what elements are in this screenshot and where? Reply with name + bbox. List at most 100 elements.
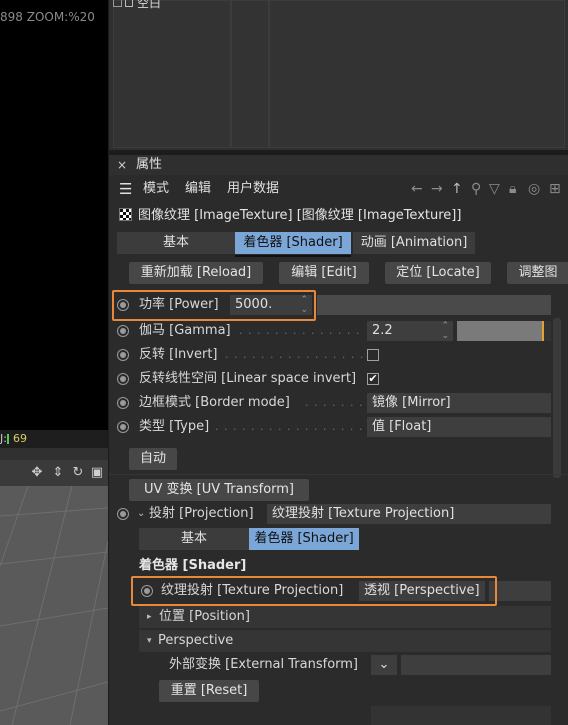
invert-label: 反转 [Invert] [139, 347, 218, 362]
maximize-icon[interactable]: ▣ [90, 466, 104, 480]
texture-projection-dropdown[interactable]: 透视 [Perspective] [359, 581, 485, 601]
projection-label: 投射 [Projection] [149, 506, 254, 521]
perspective-group[interactable]: ▾ Perspective [139, 630, 551, 652]
texture-title-text: 图像纹理 [ImageTexture] [图像纹理 [ImageTexture]… [138, 208, 462, 223]
projection-value[interactable]: 纹理投射 [Texture Projection] [267, 504, 551, 524]
panel-title: 属性 [136, 157, 163, 172]
attributes-title-bar: × 属性 [109, 155, 568, 175]
hamburger-menu-icon[interactable]: ☰ [119, 177, 132, 201]
position-label: 位置 [Position] [159, 609, 250, 624]
stepper-icon[interactable]: ⌃ ⌄ [300, 295, 308, 315]
search-icon[interactable]: ⚲ [471, 177, 481, 201]
subtab-basic[interactable]: 基本 [139, 528, 249, 550]
viewport-divider [0, 448, 108, 460]
collapse-arrow-icon[interactable]: ⌄ [137, 503, 145, 525]
menu-mode[interactable]: 模式 [143, 177, 169, 201]
gamma-slider-fill [457, 321, 545, 341]
texture-title: 图像纹理 [ImageTexture] [图像纹理 [ImageTexture]… [119, 206, 461, 226]
border-mode-dropdown[interactable]: 镜像 [Mirror] [367, 393, 551, 413]
texture-projection-extra [489, 581, 551, 601]
lock-icon[interactable]: 🔒︎ [509, 177, 516, 201]
active-tab-underline [235, 255, 351, 257]
divider [109, 474, 568, 475]
rotate-icon[interactable]: ↻ [71, 466, 85, 480]
adjust-button[interactable]: 调整图 [507, 262, 568, 284]
object-tags-column[interactable] [269, 0, 565, 148]
locate-button[interactable]: 定位 [Locate] [385, 262, 491, 284]
param-row-power: 功率 [Power] 5000. ⌃ ⌄ [109, 294, 568, 316]
3d-viewport[interactable] [0, 486, 108, 725]
collapse-arrow-icon[interactable]: ▾ [147, 630, 152, 652]
forward-arrow-icon[interactable]: → [431, 177, 443, 201]
target-icon[interactable]: ◎ [528, 177, 540, 201]
param-row-gamma: 伽马 [Gamma] . . . . . . . . . . . . . . .… [109, 320, 568, 342]
param-row-type: 类型 [Type] . . . . . . . . . . . . . . . … [109, 416, 568, 438]
scrollbar[interactable] [553, 318, 561, 478]
close-icon[interactable]: × [117, 155, 127, 175]
expand-icon[interactable] [113, 0, 122, 7]
gamma-slider[interactable] [457, 321, 551, 341]
leader-dots: . . . . . . . . [305, 396, 363, 409]
external-transform-link[interactable] [401, 655, 551, 675]
filter-icon[interactable]: ▽ [489, 177, 500, 201]
back-arrow-icon[interactable]: ← [411, 177, 423, 201]
menu-edit[interactable]: 编辑 [185, 177, 211, 201]
invert-checkbox[interactable] [367, 349, 379, 361]
param-row-external-transform: 外部变换 [External Transform] ⌄ [109, 654, 568, 676]
keyframe-radio-icon[interactable] [117, 508, 129, 520]
external-transform-label: 外部变换 [External Transform] [169, 657, 359, 672]
auto-button[interactable]: 自动 [129, 448, 177, 470]
linear-space-label: 反转线性空间 [Linear space invert] [139, 371, 357, 386]
keyframe-radio-icon[interactable] [141, 585, 153, 597]
bottom-field [371, 706, 551, 725]
leader-dots: . . . . . . . . . . . . . . . . . . [225, 348, 363, 361]
position-group[interactable]: ▸ 位置 [Position] [139, 606, 551, 628]
power-slider[interactable] [317, 295, 551, 315]
perspective-label: Perspective [158, 633, 234, 648]
object-manager: 空白 [109, 0, 568, 150]
up-arrow-icon[interactable]: ↑ [451, 177, 463, 201]
vertical-move-icon[interactable]: ⇕ [51, 466, 65, 480]
chevron-down-icon[interactable]: ⌄ [371, 655, 397, 675]
null-object-icon [125, 0, 133, 7]
new-panel-icon[interactable]: ⊞ [549, 177, 561, 201]
tab-basic[interactable]: 基本 [117, 232, 235, 254]
tab-animation[interactable]: 动画 [Animation] [353, 232, 475, 254]
param-row-border-mode: 边框模式 [Border mode] . . . . . . . . 镜像 [M… [109, 392, 568, 414]
viewport-toolbar: ✥ ⇕ ↻ ▣ [0, 460, 108, 486]
reload-button[interactable]: 重新加载 [Reload] [129, 262, 263, 284]
power-input[interactable]: 5000. ⌃ ⌄ [230, 295, 312, 315]
keyframe-radio-icon[interactable] [117, 349, 129, 361]
gamma-value: 2.2 [372, 323, 393, 338]
keyframe-radio-icon[interactable] [117, 325, 129, 337]
viewport-status-bar: J: 69 [0, 430, 108, 448]
keyframe-radio-icon[interactable] [117, 373, 129, 385]
subtab-shader[interactable]: 着色器 [Shader] [249, 528, 359, 550]
keyframe-radio-icon[interactable] [117, 397, 129, 409]
param-row-linear-space: 反转线性空间 [Linear space invert] ✔ [109, 368, 568, 390]
param-row-invert: 反转 [Invert] . . . . . . . . . . . . . . … [109, 344, 568, 366]
edit-button[interactable]: 编辑 [Edit] [279, 262, 369, 284]
gamma-input[interactable]: 2.2 ⌃ ⌄ [367, 321, 453, 341]
menu-user-data[interactable]: 用户数据 [227, 177, 279, 201]
expand-arrow-icon[interactable]: ▸ [147, 606, 152, 628]
stepper-icon[interactable]: ⌃ ⌄ [441, 321, 449, 341]
reset-button[interactable]: 重置 [Reset] [159, 680, 259, 702]
keyframe-radio-icon[interactable] [117, 299, 129, 311]
border-mode-label: 边框模式 [Border mode] [139, 395, 290, 410]
leader-dots: . . . . . . . . . . . . . . . . . . . [215, 420, 363, 433]
viewport-canvas[interactable] [0, 0, 108, 430]
object-row-empty[interactable]: 空白 [113, 0, 161, 10]
status-level-icon [6, 434, 9, 444]
tab-shader[interactable]: 着色器 [Shader] [235, 232, 351, 254]
right-panel: 空白 × 属性 ☰ 模式 编辑 用户数据 ← → ↑ ⚲ ▽ 🔒︎ ◎ ⊞ 图像… [108, 0, 568, 725]
keyframe-radio-icon[interactable] [117, 421, 129, 433]
move-icon[interactable]: ✥ [30, 466, 44, 480]
status-value: 69 [12, 432, 27, 445]
object-flags-column[interactable] [231, 0, 269, 148]
type-dropdown[interactable]: 值 [Float] [367, 417, 551, 437]
uv-transform-button[interactable]: UV 变换 [UV Transform] [129, 479, 309, 501]
object-list-column[interactable] [113, 0, 231, 148]
gamma-slider-marker[interactable] [542, 321, 545, 341]
linear-space-checkbox[interactable]: ✔ [367, 373, 379, 385]
